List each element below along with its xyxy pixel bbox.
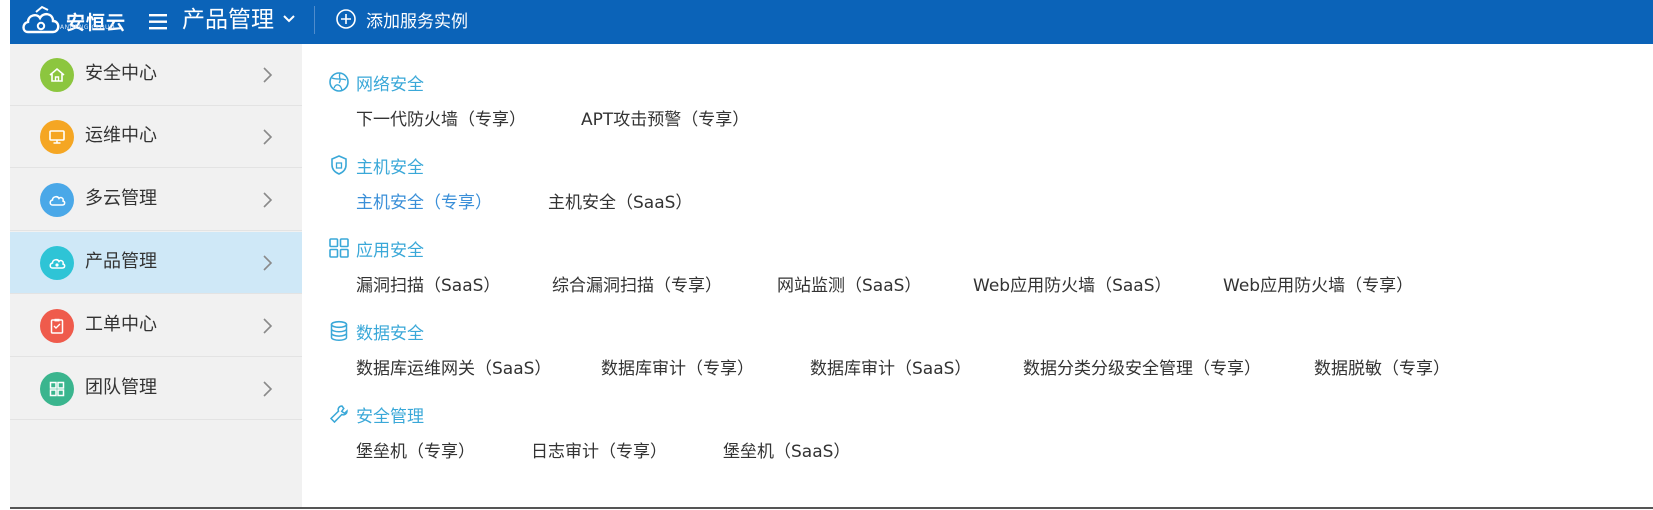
category-label: 安全管理 [356,406,424,427]
sidebar-item-security-center[interactable]: 安全中心 [10,44,302,106]
logo-subtext: ANHENG CLOUD [60,24,115,31]
hamburger-menu-icon[interactable] [148,11,170,33]
product-link[interactable]: 数据脱敏（专享） [1314,358,1450,380]
add-service-instance-label: 添加服务实例 [366,11,468,32]
sidebar-item-team-management[interactable]: 团队管理 [10,358,302,420]
product-link[interactable]: 主机安全（专享） [356,192,492,214]
chevron-right-icon [263,192,273,208]
product-link[interactable]: Web应用防火墙（专享） [1223,275,1413,297]
product-link[interactable]: APT攻击预警（专享） [581,109,749,131]
plus-circle-icon [336,9,356,29]
sidebar-item-label: 运维中心 [85,125,157,146]
database-icon [330,320,348,342]
sidebar-item-ops-center[interactable]: 运维中心 [10,106,302,168]
add-service-instance-button[interactable]: 添加服务实例 [335,4,468,34]
apps-icon [329,238,349,258]
category-network-security: 网络安全 [328,69,424,95]
topbar-divider [314,6,315,34]
window-left-edge [0,0,10,510]
clipboard-icon [40,309,74,343]
chevron-right-icon [263,318,273,334]
monitor-icon [40,120,74,154]
product-catalog: 网络安全 下一代防火墙（专享） APT攻击预警（专享） 主机安全 主机安全（专享… [302,44,1653,507]
product-link[interactable]: Web应用防火墙（SaaS） [973,275,1171,297]
page-title: 产品管理 [182,7,274,33]
product-link[interactable]: 综合漏洞扫描（专享） [552,275,722,297]
cloud-eye-icon [40,246,74,280]
product-link[interactable]: 堡垒机（专享） [356,441,475,463]
product-link[interactable]: 网站监测（SaaS） [777,275,921,297]
sidebar-item-label: 产品管理 [85,251,157,272]
chevron-right-icon [263,255,273,271]
sidebar-item-label: 工单中心 [85,314,157,335]
sidebar-item-label: 多云管理 [85,188,157,209]
product-link[interactable]: 数据库运维网关（SaaS） [356,358,551,380]
product-link[interactable]: 日志审计（专享） [531,441,667,463]
sidebar-item-multicloud[interactable]: 多云管理 [10,169,302,231]
globe-icon [329,72,349,92]
cloud-icon [40,183,74,217]
top-bar: 安恒云 ANHENG CLOUD 产品管理 添加服务实例 [10,0,1653,44]
wrench-icon [329,405,348,424]
category-label: 数据安全 [356,323,424,344]
chevron-right-icon [263,67,273,83]
window-bottom-border [10,507,1653,509]
sidebar-item-product-management[interactable]: 产品管理 [10,232,302,294]
chevron-right-icon [263,129,273,145]
sidebar-item-ticket-center[interactable]: 工单中心 [10,295,302,357]
shield-icon [331,155,347,175]
product-link[interactable]: 下一代防火墙（专享） [356,109,526,131]
product-link[interactable]: 数据分类分级安全管理（专享） [1023,358,1261,380]
chevron-right-icon [263,381,273,397]
category-label: 网络安全 [356,74,424,95]
category-host-security: 主机安全 [328,152,424,178]
product-link[interactable]: 漏洞扫描（SaaS） [356,275,500,297]
grid-icon [40,372,74,406]
sidebar-item-label: 团队管理 [85,377,157,398]
product-link[interactable]: 数据库审计（专享） [601,358,754,380]
category-label: 应用安全 [356,240,424,261]
chevron-down-icon[interactable] [282,12,296,26]
category-data-security: 数据安全 [328,318,424,344]
product-link[interactable]: 堡垒机（SaaS） [723,441,850,463]
category-application-security: 应用安全 [328,235,424,261]
category-security-management: 安全管理 [328,401,424,427]
category-label: 主机安全 [356,157,424,178]
sidebar-item-label: 安全中心 [85,63,157,84]
product-link[interactable]: 数据库审计（SaaS） [810,358,971,380]
logo[interactable]: 安恒云 [20,2,126,40]
home-icon [40,58,74,92]
sidebar: 安全中心 运维中心 多云管理 产品管理 工单中心 团队管理 [10,44,302,507]
product-link[interactable]: 主机安全（SaaS） [548,192,692,214]
cloud-logo-icon [22,5,60,34]
